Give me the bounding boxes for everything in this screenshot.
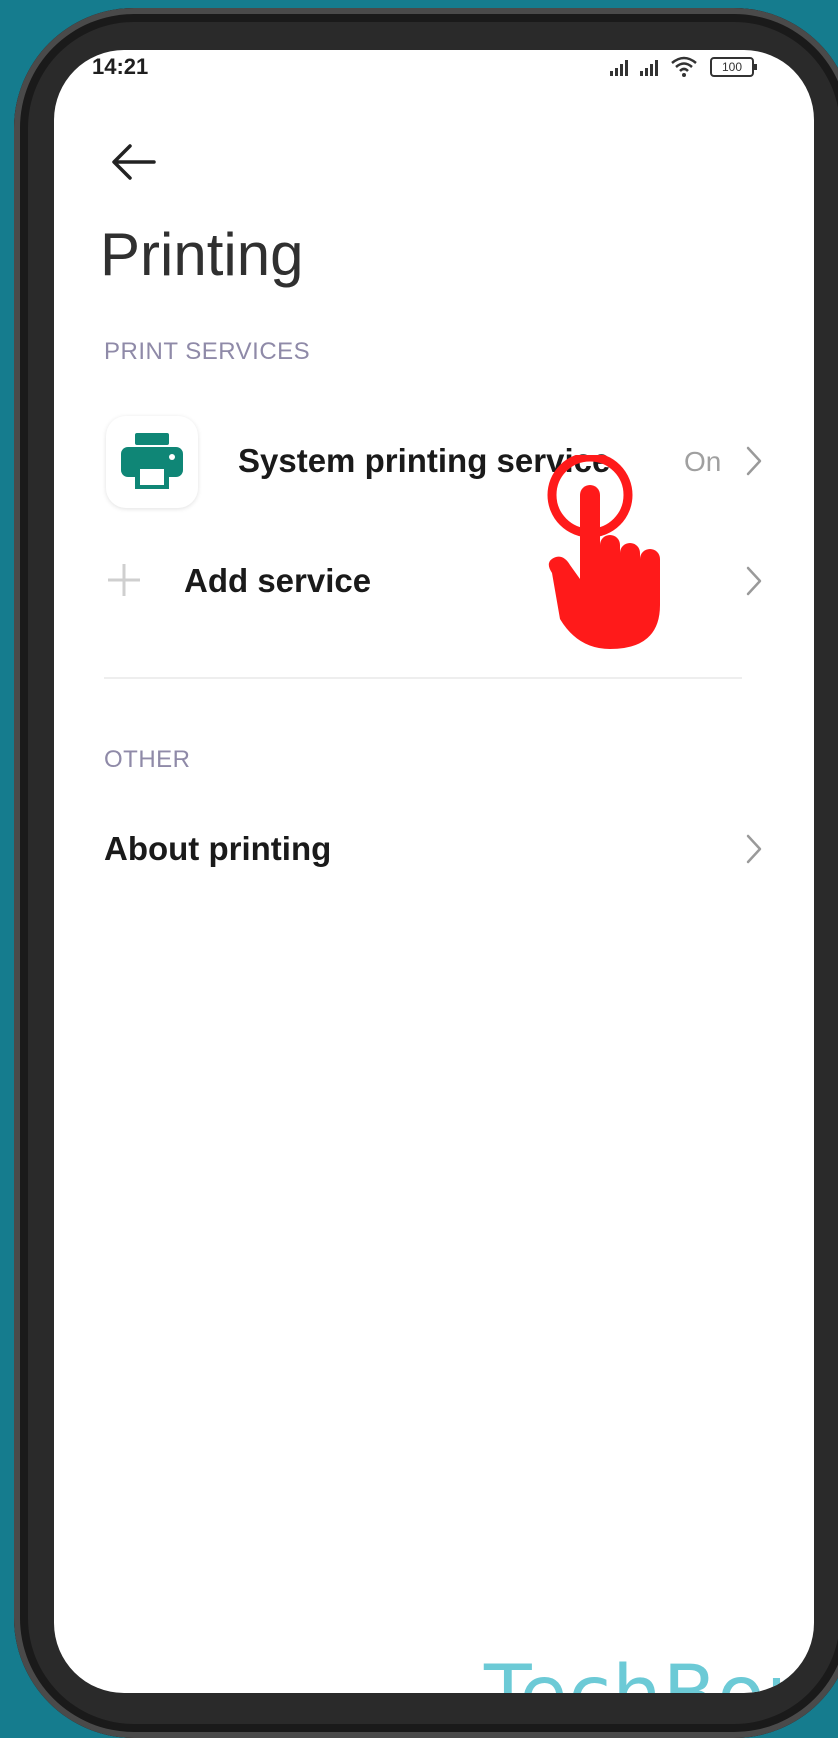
chevron-right-icon (746, 834, 762, 864)
chevron-right-icon (746, 566, 762, 596)
arrow-left-icon (112, 144, 156, 180)
about-printing-label: About printing (104, 830, 332, 867)
printer-icon (121, 433, 183, 489)
page-title: Printing (100, 221, 304, 288)
battery-icon: 100 (710, 57, 757, 77)
screen: 14:21 100 Printing PRINT SERVICES System… (54, 50, 814, 1693)
system-printing-service-row[interactable]: System printing service On (54, 406, 814, 516)
back-button[interactable] (104, 130, 164, 190)
wifi-icon (671, 56, 697, 77)
other-header: OTHER (104, 746, 191, 773)
add-service-label: Add service (184, 562, 372, 599)
system-printing-service-status: On (684, 446, 722, 477)
status-bar: 14:21 100 (54, 50, 814, 90)
section-divider (104, 677, 742, 679)
signal-icon (640, 58, 658, 76)
status-time: 14:21 (92, 54, 149, 79)
chevron-right-icon (746, 446, 762, 476)
signal-icon (610, 58, 628, 76)
add-service-row[interactable]: Add service (54, 532, 814, 642)
status-icons: 100 (610, 56, 757, 78)
tap-hand-icon (547, 455, 660, 649)
printer-app-icon (106, 416, 198, 508)
plus-icon (108, 564, 140, 596)
print-services-header: PRINT SERVICES (104, 338, 311, 365)
about-printing-row[interactable]: About printing (54, 816, 814, 926)
watermark: TechBone (484, 1650, 814, 1693)
